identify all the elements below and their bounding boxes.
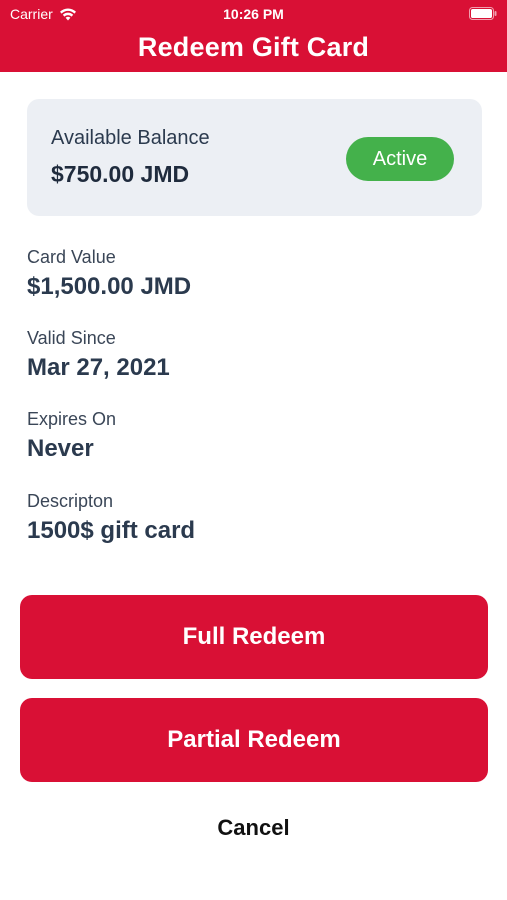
card-value-label: Card Value — [27, 247, 116, 267]
app-header: Carrier 10:26 PM Redeem Gift Card — [0, 0, 507, 72]
card-value-section: Card Value $1,500.00 JMD — [27, 247, 191, 301]
balance-label: Available Balance — [51, 127, 210, 149]
description-section: Descripton 1500$ gift card — [27, 491, 195, 545]
full-redeem-button[interactable]: Full Redeem — [20, 595, 488, 679]
cancel-button[interactable]: Cancel — [0, 815, 507, 841]
expires-section: Expires On Never — [27, 409, 116, 463]
status-bar: Carrier 10:26 PM — [0, 0, 507, 28]
status-badge: Active — [346, 137, 454, 181]
description-value: 1500$ gift card — [27, 517, 196, 544]
valid-since-value: Mar 27, 2021 — [27, 354, 170, 381]
card-value: $1,500.00 JMD — [27, 273, 192, 300]
balance-card: Available Balance $750.00 JMD Active — [27, 99, 482, 216]
valid-since-section: Valid Since Mar 27, 2021 — [27, 328, 170, 382]
expires-value: Never — [27, 435, 94, 462]
status-time: 10:26 PM — [223, 6, 284, 22]
page-title: Redeem Gift Card — [137, 32, 370, 62]
battery-icon — [469, 7, 497, 20]
balance-value: $750.00 JMD — [51, 161, 190, 187]
partial-redeem-button[interactable]: Partial Redeem — [20, 698, 488, 782]
description-label: Descripton — [27, 491, 114, 511]
valid-since-label: Valid Since — [27, 328, 116, 348]
expires-label: Expires On — [27, 409, 117, 429]
